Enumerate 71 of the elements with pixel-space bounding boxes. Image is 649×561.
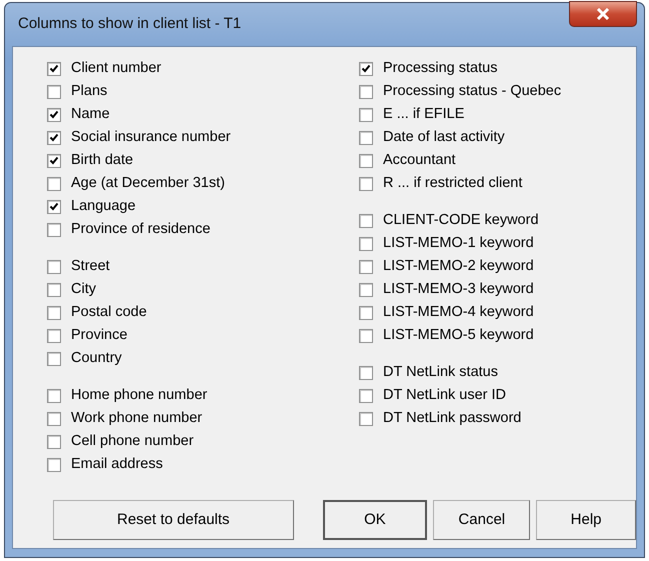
checkbox-label[interactable]: LIST-MEMO-4 keyword bbox=[383, 302, 534, 324]
checkbox-label[interactable]: LIST-MEMO-5 keyword bbox=[383, 324, 534, 346]
checkbox-label[interactable]: CLIENT-CODE keyword bbox=[383, 210, 539, 232]
close-icon bbox=[596, 8, 610, 20]
dialog-button[interactable]: Help bbox=[536, 500, 636, 540]
checkbox[interactable] bbox=[47, 260, 61, 274]
checkbox[interactable] bbox=[47, 352, 61, 366]
checkbox-label[interactable]: City bbox=[71, 278, 96, 300]
checkbox-label[interactable]: Country bbox=[71, 348, 122, 370]
checkbox-label[interactable]: LIST-MEMO-2 keyword bbox=[383, 256, 534, 278]
checkbox-label[interactable]: DT NetLink status bbox=[383, 362, 498, 384]
checkbox-label[interactable]: Language bbox=[71, 196, 136, 218]
dialog-button[interactable]: Reset to defaults bbox=[53, 500, 294, 540]
checkbox-label[interactable]: Home phone number bbox=[71, 384, 208, 406]
checkbox[interactable] bbox=[359, 366, 373, 380]
close-button[interactable] bbox=[569, 1, 637, 27]
checkbox[interactable] bbox=[47, 62, 61, 76]
checkbox[interactable] bbox=[47, 130, 61, 144]
checkbox-label[interactable]: Cell phone number bbox=[71, 430, 194, 452]
checkbox-label[interactable]: Name bbox=[71, 104, 110, 126]
checkbox[interactable] bbox=[47, 84, 61, 98]
checkbox-label[interactable]: Processing status bbox=[383, 58, 498, 80]
checkbox[interactable] bbox=[47, 222, 61, 236]
checkbox[interactable] bbox=[359, 84, 373, 98]
checkbox-label[interactable]: Date of last activity bbox=[383, 126, 505, 148]
checkbox-label[interactable]: Street bbox=[71, 256, 110, 278]
checkbox-label[interactable]: Plans bbox=[71, 80, 108, 102]
checkbox[interactable] bbox=[359, 328, 373, 342]
checkbox[interactable] bbox=[47, 200, 61, 214]
checkbox[interactable] bbox=[359, 176, 373, 190]
checkbox[interactable] bbox=[47, 458, 61, 472]
dialog-button[interactable]: OK bbox=[322, 500, 428, 540]
checkbox[interactable] bbox=[359, 130, 373, 144]
checkbox-label[interactable]: Province of residence bbox=[71, 218, 210, 240]
checkbox-label[interactable]: Postal code bbox=[71, 302, 147, 324]
checkbox[interactable] bbox=[359, 412, 373, 426]
window-title: Columns to show in client list - T1 bbox=[18, 14, 242, 34]
checkbox-label[interactable]: Province bbox=[71, 324, 128, 346]
checkbox[interactable] bbox=[359, 388, 373, 402]
checkbox[interactable] bbox=[359, 108, 373, 122]
checkbox[interactable] bbox=[47, 108, 61, 122]
checkbox-label[interactable]: DT NetLink password bbox=[383, 408, 522, 430]
checkbox-label[interactable]: Age (at December 31st) bbox=[71, 172, 225, 194]
dialog-button[interactable]: Cancel bbox=[433, 500, 530, 540]
checkbox-label[interactable]: Client number bbox=[71, 58, 162, 80]
checkbox[interactable] bbox=[359, 306, 373, 320]
checkbox[interactable] bbox=[47, 282, 61, 296]
checkbox[interactable] bbox=[47, 412, 61, 426]
checkbox[interactable] bbox=[359, 260, 373, 274]
checkbox[interactable] bbox=[47, 176, 61, 190]
checkbox[interactable] bbox=[47, 388, 61, 402]
checkbox-label[interactable]: Birth date bbox=[71, 150, 134, 172]
checkbox[interactable] bbox=[47, 306, 61, 320]
checkbox-label[interactable]: Processing status - Quebec bbox=[383, 80, 562, 102]
checkbox[interactable] bbox=[359, 214, 373, 228]
checkbox[interactable] bbox=[359, 236, 373, 250]
checkbox-label[interactable]: R ... if restricted client bbox=[383, 172, 522, 194]
checkbox-label[interactable]: Social insurance number bbox=[71, 126, 231, 148]
checkbox[interactable] bbox=[47, 328, 61, 342]
checkbox-label[interactable]: E ... if EFILE bbox=[383, 104, 464, 126]
checkbox-label[interactable]: DT NetLink user ID bbox=[383, 384, 506, 406]
checkbox-label[interactable]: LIST-MEMO-3 keyword bbox=[383, 278, 534, 300]
checkbox-label[interactable]: LIST-MEMO-1 keyword bbox=[383, 232, 534, 254]
checkbox[interactable] bbox=[359, 282, 373, 296]
checkbox[interactable] bbox=[47, 154, 61, 168]
checkbox[interactable] bbox=[359, 62, 373, 76]
checkbox[interactable] bbox=[359, 154, 373, 168]
checkbox-label[interactable]: Email address bbox=[71, 454, 163, 476]
checkbox-label[interactable]: Accountant bbox=[383, 150, 456, 172]
checkbox[interactable] bbox=[47, 434, 61, 448]
checkbox-label[interactable]: Work phone number bbox=[71, 408, 202, 430]
